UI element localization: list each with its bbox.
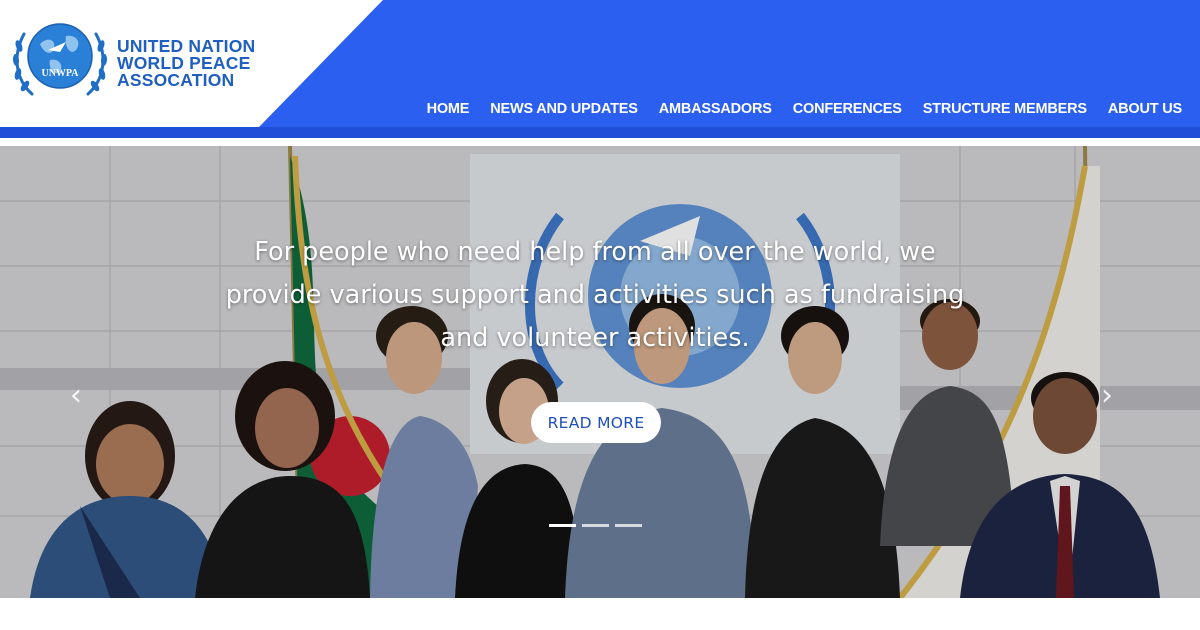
site-header: UNWPA UNITED NATION WORLD PEACE ASSOCATI… [0, 0, 1200, 138]
main-nav: HOME NEWS AND UPDATES AMBASSADORS CONFER… [427, 101, 1183, 117]
carousel-indicators [549, 524, 642, 527]
brand-name-line3: ASSOCATION [117, 70, 235, 90]
hero-slider: For people who need help from all over t… [0, 146, 1200, 598]
hero-caption-line2: provide various support and activities s… [225, 280, 965, 310]
nav-item-conferences[interactable]: CONFERENCES [793, 101, 902, 117]
chevron-right-icon[interactable]: › [1101, 378, 1113, 413]
read-more-button[interactable]: READ MORE [531, 402, 661, 443]
brand-name[interactable]: UNITED NATION WORLD PEACE ASSOCATION [117, 37, 255, 90]
nav-item-ambassadors[interactable]: AMBASSADORS [659, 101, 772, 117]
carousel-indicator-2[interactable] [582, 524, 609, 527]
hero-caption-line1: For people who need help from all over t… [254, 237, 936, 267]
hero-caption: For people who need help from all over t… [160, 231, 1030, 360]
hero-photo [0, 146, 1200, 598]
header-bottom-strip [0, 127, 1200, 138]
carousel-indicator-1[interactable] [549, 524, 576, 527]
nav-item-home[interactable]: HOME [427, 101, 470, 117]
nav-item-news-and-updates[interactable]: NEWS AND UPDATES [490, 101, 638, 117]
nav-item-about-us[interactable]: ABOUT US [1108, 101, 1182, 117]
logo-text: UNWPA [41, 68, 79, 79]
hero-caption-line3: and volunteer activities. [440, 323, 750, 353]
nav-item-structure-members[interactable]: STRUCTURE MEMBERS [923, 101, 1087, 117]
page-below-hero [0, 598, 1200, 630]
carousel-indicator-3[interactable] [615, 524, 642, 527]
unwpa-logo-icon[interactable]: UNWPA [10, 16, 110, 104]
chevron-left-icon[interactable]: ‹ [70, 378, 82, 413]
